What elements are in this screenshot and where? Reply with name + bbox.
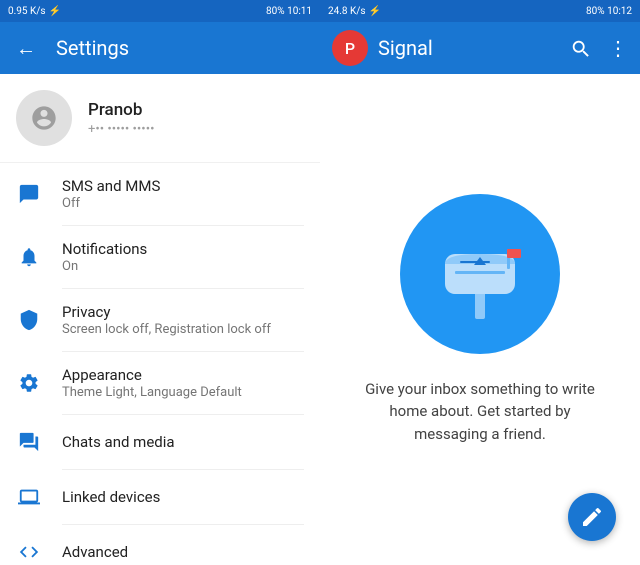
settings-item-privacy[interactable]: Privacy Screen lock off, Registration lo… [0, 289, 320, 351]
profile-phone: +•• ••••• ••••• [88, 122, 154, 137]
settings-title: Settings [56, 36, 129, 60]
chats-icon [16, 429, 42, 455]
right-status-left: 24.8 K/s ⚡ [328, 6, 381, 17]
signal-toolbar-icons: ⋮ [570, 36, 628, 61]
settings-list: SMS and MMS Off Notifications On [0, 163, 320, 565]
notifications-label: Notifications [62, 240, 147, 258]
back-button[interactable]: ← [16, 36, 36, 61]
linked-devices-icon [16, 484, 42, 510]
notifications-icon [16, 244, 42, 270]
privacy-label: Privacy [62, 303, 271, 321]
avatar [16, 90, 72, 146]
privacy-sublabel: Screen lock off, Registration lock off [62, 322, 271, 337]
left-status-left: 0.95 K/s ⚡ [8, 6, 61, 17]
profile-name: Pranob [88, 100, 154, 120]
empty-state: Give your inbox something to write home … [320, 74, 640, 565]
signal-panel: 24.8 K/s ⚡ 80% 10:12 P Signal ⋮ [320, 0, 640, 565]
appearance-sublabel: Theme Light, Language Default [62, 385, 242, 400]
settings-item-chats[interactable]: Chats and media [0, 415, 320, 469]
chats-label: Chats and media [62, 433, 175, 451]
appearance-label: Appearance [62, 366, 242, 384]
settings-item-sms[interactable]: SMS and MMS Off [0, 163, 320, 225]
privacy-text: Privacy Screen lock off, Registration lo… [62, 303, 271, 337]
battery-time: 80% 10:11 [266, 6, 312, 17]
sms-sublabel: Off [62, 196, 160, 211]
empty-state-text: Give your inbox something to write home … [360, 378, 600, 446]
mailbox-illustration [400, 194, 560, 354]
appearance-text: Appearance Theme Light, Language Default [62, 366, 242, 400]
linked-devices-text: Linked devices [62, 488, 160, 506]
sms-icon [16, 181, 42, 207]
notifications-sublabel: On [62, 259, 147, 274]
advanced-icon [16, 539, 42, 565]
signal-title: Signal [378, 36, 433, 60]
settings-toolbar: ← Settings [0, 22, 320, 74]
profile-info: Pranob +•• ••••• ••••• [88, 100, 154, 137]
advanced-text: Advanced [62, 543, 128, 561]
right-status-right: 80% 10:12 [586, 6, 632, 17]
settings-panel: 0.95 K/s ⚡ 80% 10:11 ← Settings Pranob +… [0, 0, 320, 565]
bluetooth-icon: ⚡ [49, 6, 61, 17]
advanced-label: Advanced [62, 543, 128, 561]
signal-toolbar: P Signal ⋮ [320, 22, 640, 74]
profile-section[interactable]: Pranob +•• ••••• ••••• [0, 74, 320, 163]
signal-toolbar-left: P Signal [332, 30, 433, 66]
settings-item-notifications[interactable]: Notifications On [0, 226, 320, 288]
chats-text: Chats and media [62, 433, 175, 451]
more-options-button[interactable]: ⋮ [608, 36, 628, 60]
linked-devices-label: Linked devices [62, 488, 160, 506]
left-status-right: 80% 10:11 [266, 6, 312, 17]
settings-item-appearance[interactable]: Appearance Theme Light, Language Default [0, 352, 320, 414]
search-button[interactable] [570, 36, 592, 61]
notifications-text: Notifications On [62, 240, 147, 274]
network-speed: 0.95 K/s [8, 6, 46, 17]
settings-item-linked-devices[interactable]: Linked devices [0, 470, 320, 524]
sms-text: SMS and MMS Off [62, 177, 160, 211]
compose-fab-button[interactable] [568, 493, 616, 541]
sms-label: SMS and MMS [62, 177, 160, 195]
signal-avatar: P [332, 30, 368, 66]
left-status-bar: 0.95 K/s ⚡ 80% 10:11 [0, 0, 320, 22]
privacy-icon [16, 307, 42, 333]
right-battery-time: 80% 10:12 [586, 6, 632, 17]
settings-item-advanced[interactable]: Advanced [0, 525, 320, 565]
right-network-speed: 24.8 K/s [328, 6, 366, 17]
appearance-icon [16, 370, 42, 396]
right-status-bar: 24.8 K/s ⚡ 80% 10:12 [320, 0, 640, 22]
right-bluetooth-icon: ⚡ [369, 6, 381, 17]
